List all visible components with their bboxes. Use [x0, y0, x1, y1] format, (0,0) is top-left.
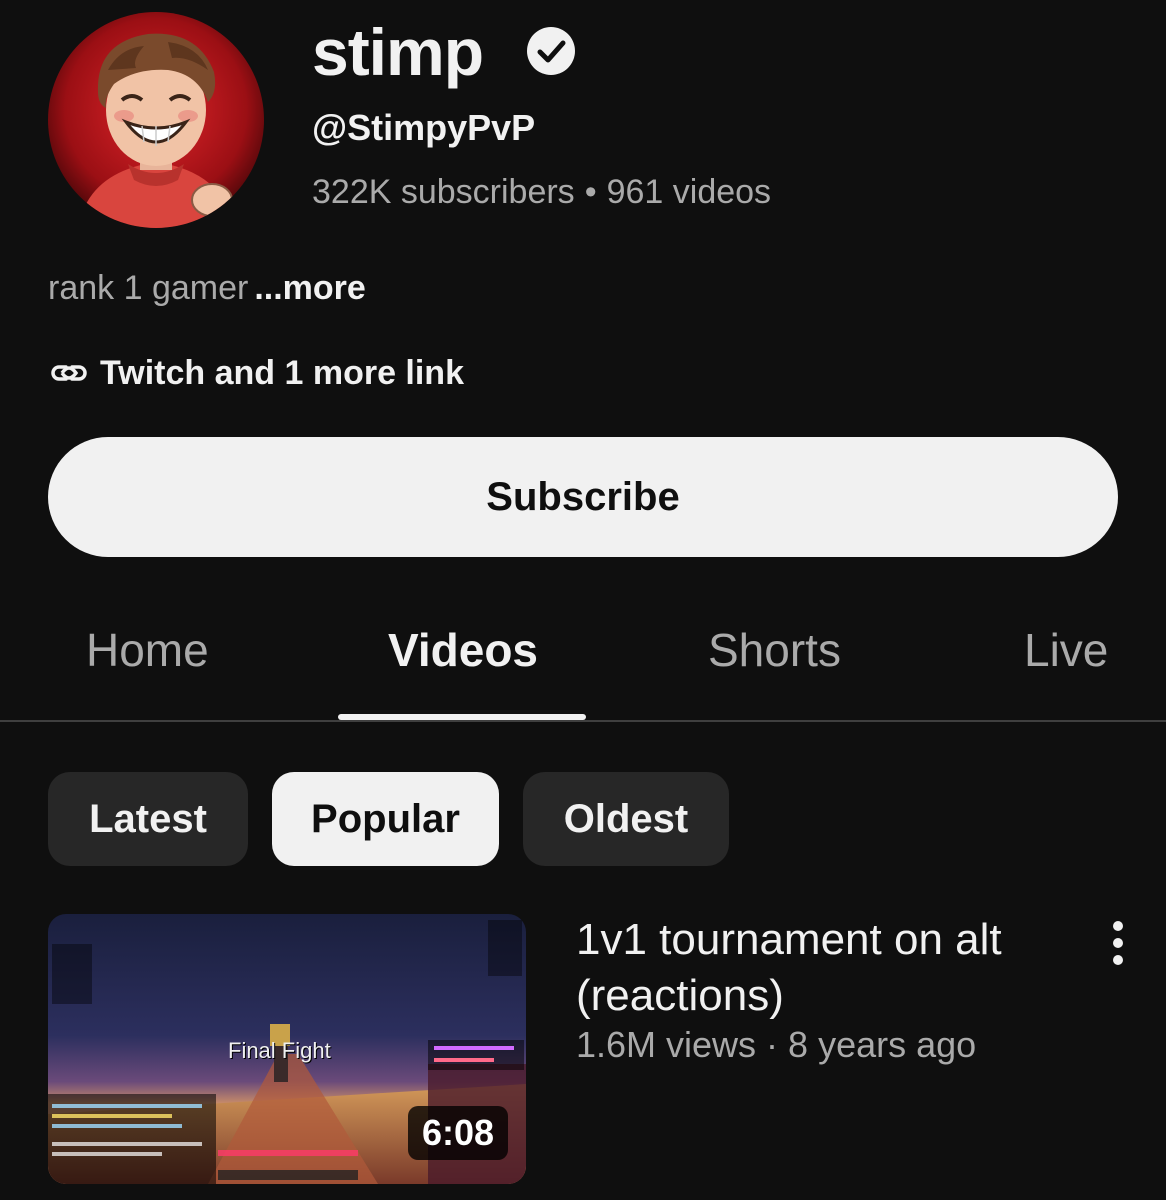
channel-page: stimp @StimpyPvP 322K subscribers • 961 vi… — [0, 0, 1166, 1200]
video-thumbnail[interactable]: Final Fight 6:08 — [48, 914, 526, 1184]
link-icon — [51, 365, 87, 381]
video-title[interactable]: 1v1 tournament on alt (reactions) — [576, 912, 1056, 1024]
vertical-dots-icon[interactable] — [1100, 920, 1136, 966]
channel-avatar[interactable] — [48, 12, 264, 228]
subscribe-button[interactable]: Subscribe — [48, 437, 1118, 557]
channel-stats: 322K subscribers • 961 videos — [312, 170, 771, 214]
video-duration: 6:08 — [407, 1106, 508, 1160]
channel-tabs: Home Videos Shorts Live — [0, 600, 1166, 722]
description-text: rank 1 gamer — [48, 269, 249, 307]
channel-links[interactable]: Twitch and 1 more link — [48, 351, 464, 395]
thumbnail-overlay-text: Final Fight — [228, 1038, 331, 1063]
channel-name: stimp — [312, 15, 484, 89]
video-meta: 1.6M views · 8 years ago — [576, 1024, 977, 1065]
channel-handle: @StimpyPvP — [312, 107, 536, 148]
tab-home[interactable]: Home — [86, 622, 209, 678]
tabs-divider — [0, 720, 1166, 722]
tab-shorts[interactable]: Shorts — [708, 622, 841, 678]
subscriber-count: 322K subscribers — [312, 173, 575, 211]
chip-oldest[interactable]: Oldest — [523, 772, 729, 866]
avatar-image — [48, 12, 264, 228]
channel-description[interactable]: rank 1 gamer ...more — [48, 266, 366, 310]
stats-separator: • — [584, 173, 597, 211]
links-label: Twitch and 1 more link — [100, 354, 464, 392]
tab-live[interactable]: Live — [1024, 622, 1108, 678]
video-count: 961 videos — [606, 173, 772, 211]
description-more-link[interactable]: ...more — [254, 269, 365, 307]
verified-check-icon — [527, 27, 575, 75]
tab-videos[interactable]: Videos — [388, 622, 538, 678]
chip-popular[interactable]: Popular — [272, 772, 499, 866]
chip-latest[interactable]: Latest — [48, 772, 248, 866]
